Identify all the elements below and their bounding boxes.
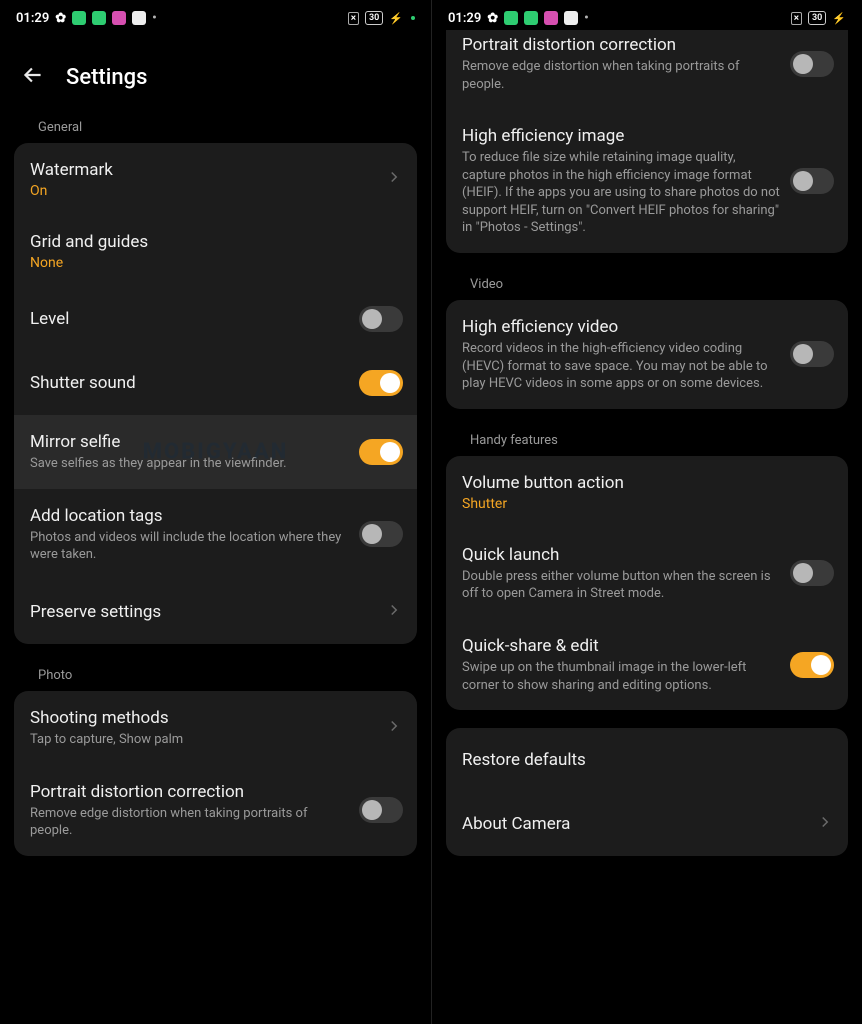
page-header: Settings xyxy=(0,36,431,102)
location-title: Add location tags xyxy=(30,505,349,527)
row-watermark[interactable]: Watermark On xyxy=(14,143,417,215)
status-app-icon xyxy=(92,11,106,25)
portrait-toggle[interactable] xyxy=(359,797,403,823)
level-toggle[interactable] xyxy=(359,306,403,332)
row-restore-defaults[interactable]: Restore defaults xyxy=(446,728,848,792)
heif-toggle[interactable] xyxy=(790,168,834,194)
grid-value: None xyxy=(30,255,403,271)
status-app-icon xyxy=(132,11,146,25)
status-app-icon xyxy=(504,11,518,25)
chevron-right-icon xyxy=(816,813,834,835)
row-portrait-distortion[interactable]: Portrait distortion correction Remove ed… xyxy=(446,30,848,109)
location-toggle[interactable] xyxy=(359,521,403,547)
heif-sub: To reduce file size while retaining imag… xyxy=(462,149,780,237)
settings-glyph-icon: ✿ xyxy=(55,11,66,26)
back-arrow-icon[interactable] xyxy=(20,62,46,92)
page-title: Settings xyxy=(66,65,147,90)
watermark-title: Watermark xyxy=(30,159,375,181)
restore-title: Restore defaults xyxy=(462,749,834,771)
charging-icon: ⚡ xyxy=(832,12,846,25)
battery-icon: 30 xyxy=(808,11,826,25)
chevron-right-icon xyxy=(385,717,403,739)
portrait-toggle[interactable] xyxy=(790,51,834,77)
status-more-dot: • xyxy=(152,11,157,26)
row-mirror-selfie[interactable]: MOBIGYAAN Mirror selfie Save selfies as … xyxy=(14,415,417,489)
screen-right: 01:29 ✿ • × 30 ⚡ Portrait distortion cor… xyxy=(431,0,862,1024)
status-app-icon xyxy=(564,11,578,25)
row-quick-launch[interactable]: Quick launch Double press either volume … xyxy=(446,528,848,619)
shutter-toggle[interactable] xyxy=(359,370,403,396)
status-app-icon xyxy=(544,11,558,25)
quickshare-title: Quick-share & edit xyxy=(462,635,780,657)
mirror-toggle[interactable] xyxy=(359,439,403,465)
location-sub: Photos and videos will include the locat… xyxy=(30,529,349,564)
handy-card: Volume button action Shutter Quick launc… xyxy=(446,456,848,710)
section-handy-label: Handy features xyxy=(432,415,862,456)
screen-left: 01:29 ✿ • × 30 ⚡ Settings General Waterm… xyxy=(0,0,431,1024)
quickshare-toggle[interactable] xyxy=(790,652,834,678)
row-high-efficiency-image[interactable]: High efficiency image To reduce file siz… xyxy=(446,109,848,253)
grid-title: Grid and guides xyxy=(30,231,403,253)
chevron-right-icon xyxy=(385,601,403,623)
mirror-sub: Save selfies as they appear in the viewf… xyxy=(30,455,349,473)
charging-icon: ⚡ xyxy=(389,12,403,25)
general-card: Watermark On Grid and guides None Level … xyxy=(14,143,417,644)
row-location-tags[interactable]: Add location tags Photos and videos will… xyxy=(14,489,417,580)
quicklaunch-title: Quick launch xyxy=(462,544,780,566)
section-general-label: General xyxy=(0,102,431,143)
hevc-title: High efficiency video xyxy=(462,316,780,338)
status-time: 01:29 xyxy=(16,11,49,26)
watermark-value: On xyxy=(30,183,375,199)
volbtn-value: Shutter xyxy=(462,496,834,512)
status-net-icon: × xyxy=(791,12,802,25)
status-app-icon xyxy=(524,11,538,25)
settings-glyph-icon: ✿ xyxy=(487,11,498,26)
portrait-sub: Remove edge distortion when taking portr… xyxy=(30,805,349,840)
portrait-sub: Remove edge distortion when taking portr… xyxy=(462,58,780,93)
hevc-toggle[interactable] xyxy=(790,341,834,367)
shutter-title: Shutter sound xyxy=(30,372,349,394)
level-title: Level xyxy=(30,308,349,330)
video-card: High efficiency video Record videos in t… xyxy=(446,300,848,409)
hevc-sub: Record videos in the high-efficiency vid… xyxy=(462,340,780,393)
status-time: 01:29 xyxy=(448,11,481,26)
row-grid-guides[interactable]: Grid and guides None xyxy=(14,215,417,287)
status-bar: 01:29 ✿ • × 30 ⚡ xyxy=(0,0,431,36)
volbtn-title: Volume button action xyxy=(462,472,834,494)
portrait-title: Portrait distortion correction xyxy=(462,34,780,56)
status-dot-icon xyxy=(411,16,415,20)
row-high-efficiency-video[interactable]: High efficiency video Record videos in t… xyxy=(446,300,848,409)
photo-card-continued: Portrait distortion correction Remove ed… xyxy=(446,30,848,253)
quicklaunch-sub: Double press either volume button when t… xyxy=(462,568,780,603)
quicklaunch-toggle[interactable] xyxy=(790,560,834,586)
portrait-title: Portrait distortion correction xyxy=(30,781,349,803)
status-app-icon xyxy=(72,11,86,25)
row-level[interactable]: Level xyxy=(14,287,417,351)
section-photo-label: Photo xyxy=(0,650,431,691)
row-quick-share-edit[interactable]: Quick-share & edit Swipe up on the thumb… xyxy=(446,619,848,710)
row-shooting-methods[interactable]: Shooting methods Tap to capture, Show pa… xyxy=(14,691,417,765)
battery-icon: 30 xyxy=(365,11,383,25)
status-app-icon xyxy=(112,11,126,25)
mirror-title: Mirror selfie xyxy=(30,431,349,453)
section-video-label: Video xyxy=(432,259,862,300)
status-net-icon: × xyxy=(348,12,359,25)
shooting-sub: Tap to capture, Show palm xyxy=(30,731,375,749)
row-preserve-settings[interactable]: Preserve settings xyxy=(14,580,417,644)
chevron-right-icon xyxy=(385,168,403,190)
row-shutter-sound[interactable]: Shutter sound xyxy=(14,351,417,415)
status-more-dot: • xyxy=(584,11,589,26)
quickshare-sub: Swipe up on the thumbnail image in the l… xyxy=(462,659,780,694)
photo-card: Shooting methods Tap to capture, Show pa… xyxy=(14,691,417,856)
preserve-title: Preserve settings xyxy=(30,601,375,623)
row-volume-button-action[interactable]: Volume button action Shutter xyxy=(446,456,848,528)
row-portrait-distortion[interactable]: Portrait distortion correction Remove ed… xyxy=(14,765,417,856)
about-title: About Camera xyxy=(462,813,806,835)
about-card: Restore defaults About Camera xyxy=(446,728,848,856)
shooting-title: Shooting methods xyxy=(30,707,375,729)
heif-title: High efficiency image xyxy=(462,125,780,147)
row-about-camera[interactable]: About Camera xyxy=(446,792,848,856)
